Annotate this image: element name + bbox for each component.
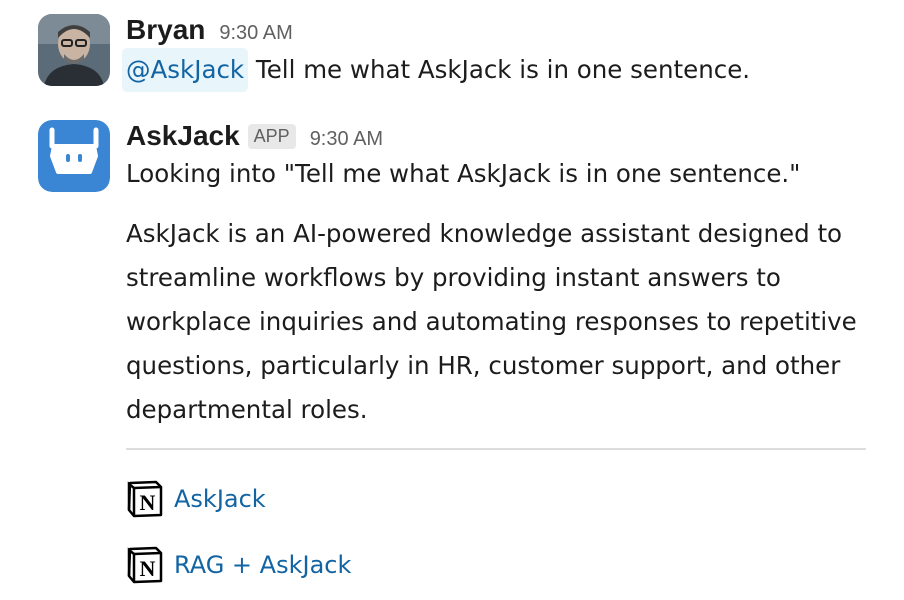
avatar-askjack[interactable] <box>38 120 110 192</box>
source-link-rag-askjack[interactable]: N RAG + AskJack <box>126 546 351 584</box>
sender-name[interactable]: Bryan <box>126 14 205 46</box>
source-link-label[interactable]: RAG + AskJack <box>174 551 351 579</box>
message-content-bryan: Bryan 9:30 AM @AskJack Tell me what AskJ… <box>122 14 878 92</box>
timestamp[interactable]: 9:30 AM <box>219 22 292 45</box>
app-badge: APP <box>247 124 296 149</box>
bot-avatar-icon <box>38 120 110 192</box>
source-link-askjack[interactable]: N AskJack <box>126 480 266 518</box>
timestamp[interactable]: 9:30 AM <box>310 128 383 151</box>
avatar-bryan[interactable] <box>38 14 110 86</box>
message-content-askjack: AskJack APP 9:30 AM Looking into "Tell m… <box>126 120 878 450</box>
sender-name[interactable]: AskJack <box>126 120 240 152</box>
answer-text: AskJack is an AI-powered knowledge assis… <box>126 219 857 424</box>
user-mention[interactable]: @AskJack <box>122 48 249 92</box>
message-header: Bryan 9:30 AM <box>126 14 878 46</box>
source-link-label[interactable]: AskJack <box>174 485 266 513</box>
message-body: Tell me what AskJack is in one sentence. <box>248 55 751 84</box>
divider <box>126 448 866 450</box>
notion-icon: N <box>127 546 163 584</box>
user-photo-icon <box>38 14 110 86</box>
message-header: AskJack APP 9:30 AM <box>126 120 878 152</box>
status-text: Looking into "Tell me what AskJack is in… <box>126 159 801 188</box>
svg-text:N: N <box>140 556 156 581</box>
notion-icon: N <box>127 480 163 518</box>
svg-text:N: N <box>140 490 156 515</box>
message-text: @AskJack Tell me what AskJack is in one … <box>122 48 878 92</box>
